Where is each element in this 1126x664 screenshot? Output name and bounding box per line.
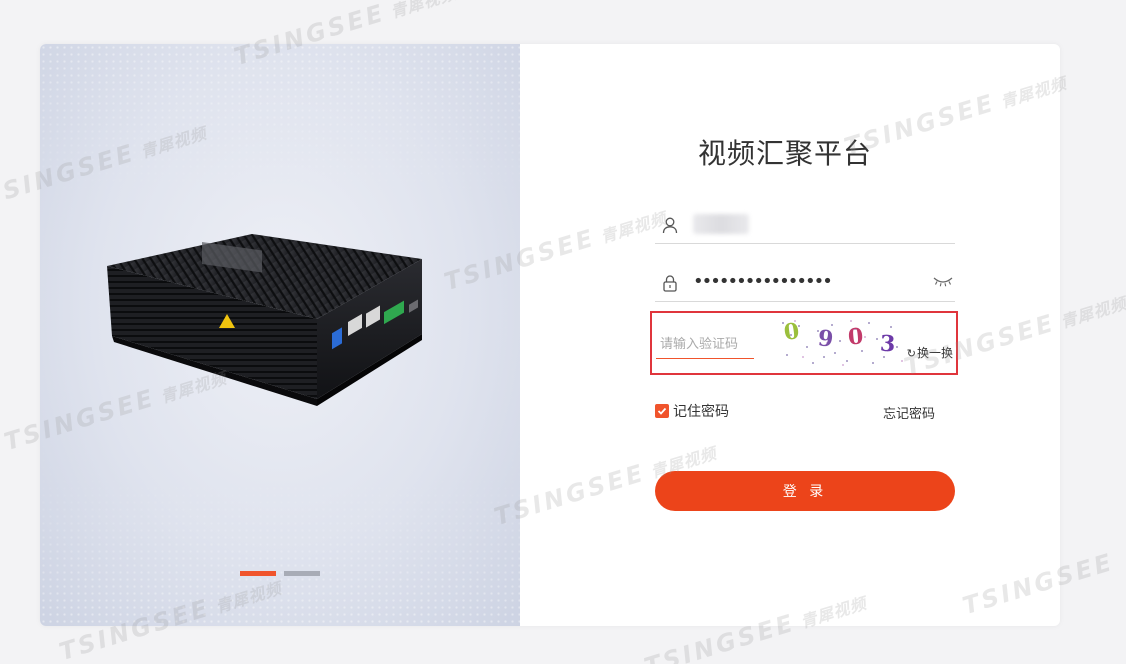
- page-title: 视频汇聚平台: [697, 137, 872, 170]
- forgot-password-link[interactable]: 忘记密码: [883, 403, 935, 422]
- carousel-indicator-1[interactable]: [240, 571, 276, 576]
- eye-closed-icon[interactable]: [933, 275, 953, 287]
- password-field[interactable]: ••••••••••••••••: [655, 262, 955, 302]
- remember-password-label: 记住密码: [673, 404, 729, 420]
- checkbox-checked-icon[interactable]: [655, 404, 669, 418]
- login-button[interactable]: 登 录: [655, 471, 955, 511]
- username-value: [693, 214, 749, 234]
- login-card: 视频汇聚平台 •••••••••••••••• 请输入验证码 0 9 0 3 ↻…: [40, 44, 1060, 626]
- remember-password-checkbox[interactable]: 记住密码: [655, 401, 729, 421]
- captcha-image[interactable]: 0 9 0 3: [776, 316, 906, 368]
- product-carousel: [40, 44, 520, 626]
- login-page: TSINGSEE青犀视频 TSINGSEE青犀视频 TSINGSEE青犀视频 T…: [0, 0, 1126, 664]
- captcha-char-4: 3: [879, 330, 896, 358]
- user-icon: [662, 217, 678, 234]
- captcha-char-2: 9: [816, 325, 835, 353]
- captcha-input[interactable]: [656, 331, 754, 359]
- captcha-highlight: 0 9 0 3 ↻换一换: [650, 311, 958, 375]
- username-field[interactable]: [655, 204, 955, 244]
- lock-icon: [663, 275, 677, 292]
- login-form: 视频汇聚平台 •••••••••••••••• 请输入验证码 0 9 0 3 ↻…: [520, 44, 1060, 626]
- edge-box-device-image: [107, 234, 422, 406]
- password-value: ••••••••••••••••: [693, 271, 833, 292]
- captcha-refresh-button[interactable]: ↻换一换: [907, 344, 953, 361]
- carousel-indicator-2[interactable]: [284, 571, 320, 576]
- refresh-icon: ↻: [906, 347, 916, 360]
- carousel-indicators: [240, 571, 320, 576]
- captcha-char-3: 0: [846, 323, 865, 351]
